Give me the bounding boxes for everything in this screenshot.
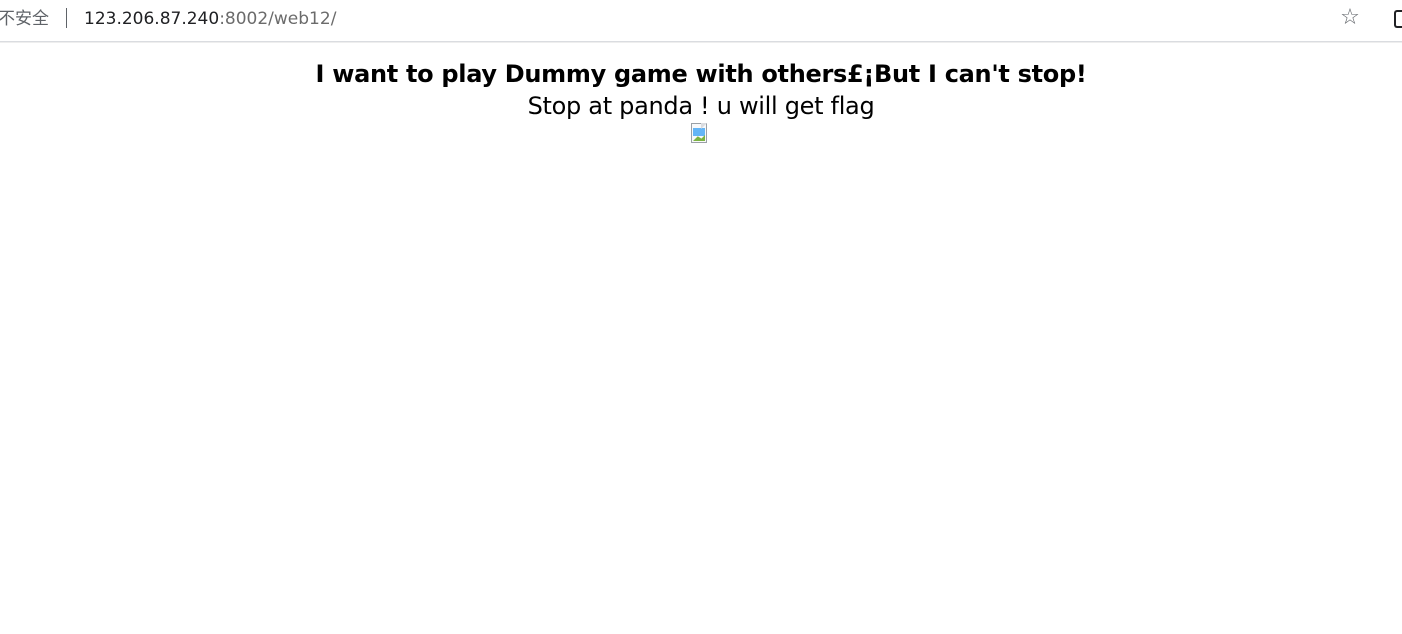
image-sky xyxy=(693,128,705,136)
extension-icon[interactable] xyxy=(1394,10,1402,28)
security-indicator[interactable]: 不安全 xyxy=(0,8,49,30)
url-host: 123.206.87.240 xyxy=(84,9,220,29)
address-bar[interactable]: 不安全 123.206.87.240:8002/web12/ ☆ xyxy=(0,0,1374,38)
broken-image-icon xyxy=(689,122,713,146)
url-text[interactable]: 123.206.87.240:8002/web12/ xyxy=(84,8,336,30)
separator xyxy=(66,8,67,28)
page-heading: I want to play Dummy game with others£¡B… xyxy=(315,60,1087,88)
url-path: :8002/web12/ xyxy=(219,9,337,29)
star-icon[interactable]: ☆ xyxy=(1338,6,1362,30)
page-subtext: Stop at panda ! u will get flag xyxy=(527,92,875,120)
browser-toolbar: 不安全 123.206.87.240:8002/web12/ ☆ xyxy=(0,0,1402,42)
page-content: I want to play Dummy game with others£¡B… xyxy=(0,44,1402,150)
image-fold xyxy=(701,123,707,129)
